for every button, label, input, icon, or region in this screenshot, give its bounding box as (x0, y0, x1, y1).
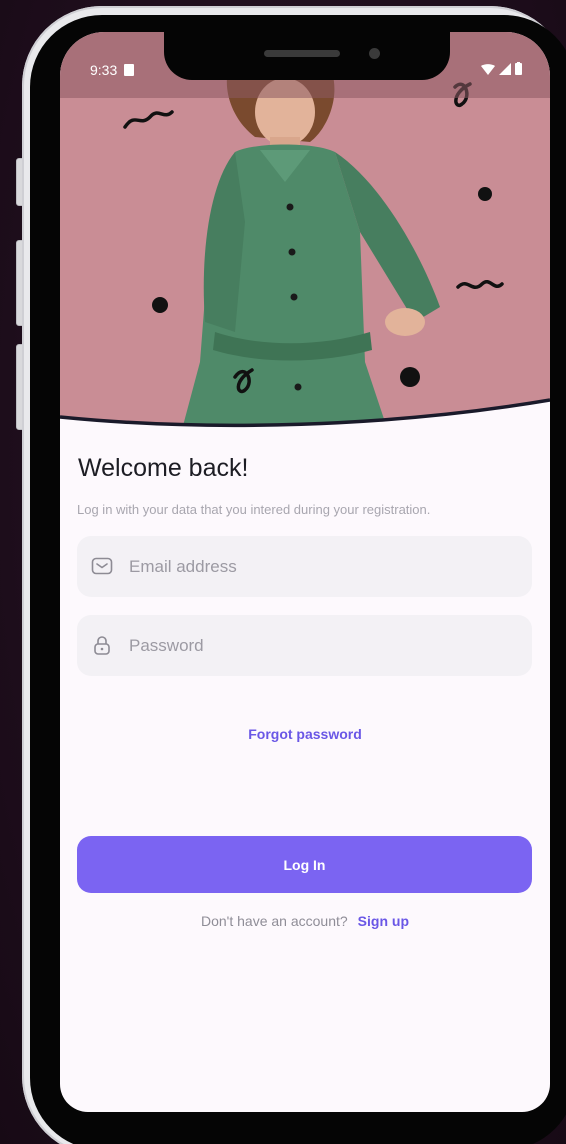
page-title: Welcome back! (78, 454, 249, 482)
cellular-signal-icon (499, 63, 511, 75)
front-camera (369, 48, 380, 59)
page-subtitle: Log in with your data that you intered d… (77, 502, 431, 517)
no-account-text: Don't have an account? (201, 913, 348, 929)
login-button[interactable]: Log In (77, 836, 532, 893)
stage: 9:33 Welcome back! Log in with your data… (0, 0, 566, 1144)
email-field[interactable]: Email address (77, 536, 532, 597)
wifi-icon (481, 64, 495, 75)
email-placeholder: Email address (129, 557, 237, 576)
forgot-password-link[interactable]: Forgot password (60, 726, 550, 742)
status-time: 9:33 (90, 62, 118, 78)
sim-card-icon (124, 64, 134, 76)
password-placeholder: Password (129, 636, 204, 655)
phone-screen: 9:33 Welcome back! Log in with your data… (60, 32, 550, 1112)
lock-icon (94, 636, 110, 655)
mail-icon (91, 557, 113, 575)
signup-link[interactable]: Sign up (358, 913, 409, 929)
signup-row: Don't have an account? Sign up (60, 913, 550, 929)
camera-notch (164, 32, 450, 80)
password-field[interactable]: Password (77, 615, 532, 676)
status-icons (481, 62, 522, 75)
battery-icon (515, 62, 522, 75)
speaker-grille (264, 50, 340, 57)
